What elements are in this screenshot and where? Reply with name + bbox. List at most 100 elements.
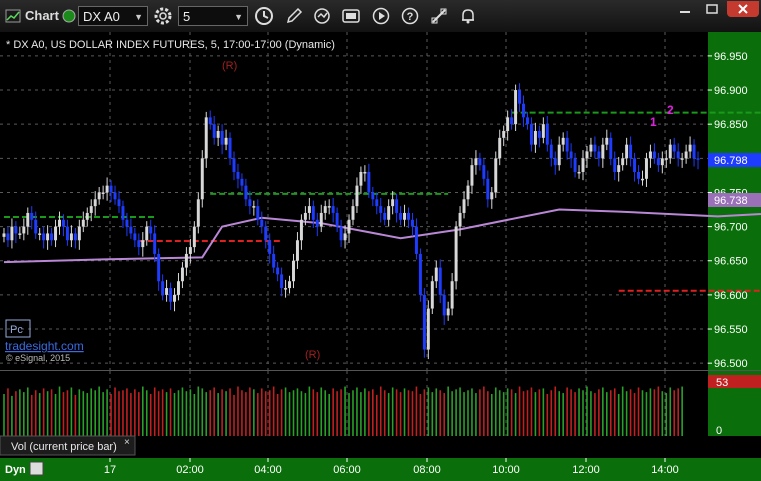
candle-body xyxy=(153,233,157,254)
candle-body xyxy=(422,294,426,350)
candle-body xyxy=(379,206,383,213)
candle-body xyxy=(375,199,379,207)
candle-body xyxy=(133,233,137,241)
refresh-button[interactable] xyxy=(311,5,333,27)
symbol-settings-button[interactable] xyxy=(152,5,174,27)
link-color-button[interactable] xyxy=(58,5,80,27)
chart-icon xyxy=(5,9,21,23)
watermark-site[interactable]: tradesight.com xyxy=(5,339,84,353)
page-setup-button[interactable] xyxy=(340,5,362,27)
page-icon xyxy=(342,9,360,23)
interval-clock-button[interactable] xyxy=(253,5,275,27)
candle-body xyxy=(601,144,605,159)
candle-body xyxy=(545,124,549,145)
candle-body xyxy=(541,124,545,138)
candle-body xyxy=(149,226,153,234)
candle-body xyxy=(232,158,236,172)
candle-body xyxy=(577,171,581,174)
watermark-copyright: © eSignal, 2015 xyxy=(6,353,70,363)
minimize-button[interactable] xyxy=(671,1,699,17)
candle-body xyxy=(617,165,621,172)
candle-body xyxy=(272,253,276,268)
play-button[interactable] xyxy=(370,5,392,27)
candle-body xyxy=(466,185,470,200)
candle-body xyxy=(434,267,438,282)
close-button[interactable] xyxy=(727,1,759,17)
candle-body xyxy=(359,171,363,186)
chevron-down-icon: ▼ xyxy=(234,12,243,22)
volume-current-value: 53 xyxy=(716,377,728,389)
candle-body xyxy=(641,178,644,181)
candle-body xyxy=(117,199,121,207)
bell-icon xyxy=(462,9,474,24)
time-mode-button[interactable] xyxy=(29,461,44,476)
maximize-button[interactable] xyxy=(698,1,726,17)
candle-body xyxy=(81,219,85,227)
candle-body xyxy=(442,294,446,316)
candle-body xyxy=(319,212,323,227)
last-price-value: 96.798 xyxy=(714,155,748,167)
candle-body xyxy=(165,288,169,295)
candle-body xyxy=(208,117,212,125)
gear-icon xyxy=(154,7,172,25)
candle-body xyxy=(498,137,502,159)
interval-select[interactable]: 5 ▼ xyxy=(178,6,248,26)
ma-price-marker: 96.738 xyxy=(708,193,761,207)
draw-tool-button[interactable] xyxy=(283,5,305,27)
time-tick-label: 17 xyxy=(104,464,116,476)
price-chart[interactable]: 96.95096.90096.85096.80096.75096.70096.6… xyxy=(0,32,761,481)
question-icon: ? xyxy=(401,7,419,25)
candle-body xyxy=(288,281,292,289)
time-tick-label: 10:00 xyxy=(492,464,520,476)
price-tick-label: 96.850 xyxy=(714,119,748,131)
candle-body xyxy=(371,192,375,200)
candle-body xyxy=(644,158,648,179)
candle-body xyxy=(533,131,537,145)
chart-window-menu[interactable]: Chart xyxy=(5,5,65,27)
candle-body xyxy=(240,178,244,186)
candle-body xyxy=(18,233,22,235)
annotation-two: 2 xyxy=(667,103,674,117)
candle-body xyxy=(343,233,347,241)
candle-body xyxy=(407,212,410,220)
close-study-icon[interactable]: × xyxy=(124,437,130,448)
candle-body xyxy=(569,151,573,159)
candle-body xyxy=(121,206,125,220)
candle-body xyxy=(30,212,34,220)
alert-button[interactable] xyxy=(457,5,479,27)
candle-body xyxy=(387,206,391,220)
candle-body xyxy=(506,117,510,132)
clock-icon xyxy=(255,7,273,25)
candle-body xyxy=(573,158,577,172)
price-tick-label: 96.500 xyxy=(714,358,748,370)
candle-body xyxy=(637,171,641,179)
candle-body xyxy=(216,131,220,138)
link-tool-button[interactable] xyxy=(428,5,450,27)
candle-body xyxy=(228,137,232,159)
candle-body xyxy=(561,137,565,145)
candle-body xyxy=(410,219,414,227)
candle-body xyxy=(34,219,38,234)
candle-body xyxy=(196,199,200,227)
candle-body xyxy=(14,226,18,234)
symbol-input[interactable]: DX A0 ▼ xyxy=(78,6,148,26)
candle-body xyxy=(276,267,280,275)
candle-body xyxy=(248,199,252,207)
candle-body xyxy=(42,233,46,241)
candle-body xyxy=(176,281,180,295)
candle-body xyxy=(137,240,141,248)
candle-body xyxy=(529,124,533,145)
candle-body xyxy=(93,199,97,207)
candle-body xyxy=(553,158,557,166)
candle-body xyxy=(692,144,696,159)
candle-body xyxy=(169,288,173,302)
chevron-down-icon: ▼ xyxy=(134,12,143,22)
candle-body xyxy=(522,103,526,118)
annotation-r-top: (R) xyxy=(222,60,237,72)
candle-body xyxy=(597,151,601,159)
candle-body xyxy=(161,281,165,295)
candle-body xyxy=(244,185,248,200)
help-button[interactable]: ? xyxy=(399,5,421,27)
candle-body xyxy=(609,137,613,159)
candle-body xyxy=(61,219,65,227)
